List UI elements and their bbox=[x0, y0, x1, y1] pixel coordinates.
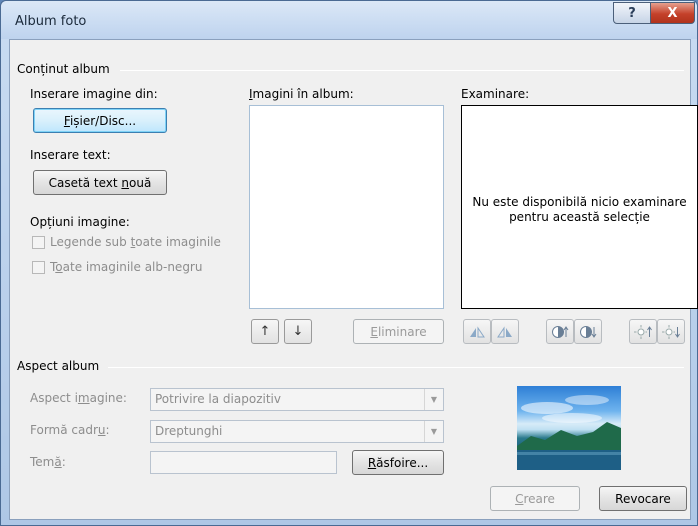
layout-preview-thumbnail bbox=[517, 386, 621, 470]
move-down-button[interactable]: ↓ bbox=[284, 319, 312, 344]
chevron-down-icon[interactable]: ▼ bbox=[424, 421, 443, 442]
picture-layout-label: Aspect imagine: bbox=[30, 391, 127, 405]
preview-message: Nu este disponibilă nicio examinare pent… bbox=[472, 195, 687, 224]
theme-input[interactable] bbox=[150, 451, 337, 474]
album-layout-group-label: Aspect album bbox=[17, 359, 100, 373]
frame-shape-select[interactable]: Dreptunghi ▼ bbox=[150, 420, 444, 443]
contrast-down-icon bbox=[580, 325, 597, 338]
brightness-up-button[interactable] bbox=[629, 319, 657, 344]
brightness-down-icon bbox=[662, 324, 680, 339]
insert-text-label: Inserare text: bbox=[30, 148, 111, 162]
pictures-in-album-list[interactable] bbox=[249, 105, 444, 309]
help-button[interactable]: ? bbox=[613, 2, 651, 24]
create-button-text: Creare bbox=[515, 491, 555, 506]
captions-checkbox-label: Legende sub toate imaginile bbox=[50, 235, 221, 249]
contrast-up-icon bbox=[552, 325, 569, 338]
image-options-label: Opțiuni imagine: bbox=[30, 215, 130, 229]
preview-label: Examinare: bbox=[461, 87, 530, 101]
cancel-button[interactable]: Revocare bbox=[599, 486, 687, 511]
preview-pane: Nu este disponibilă nicio examinare pent… bbox=[461, 105, 698, 309]
album-foto-dialog: Album foto ? X Conținut album Inserare i… bbox=[0, 0, 698, 526]
title-bar[interactable]: Album foto ? X bbox=[1, 1, 697, 39]
brightness-down-button[interactable] bbox=[657, 319, 685, 344]
album-content-group-label: Conținut album bbox=[17, 62, 110, 76]
close-button[interactable]: X bbox=[651, 2, 695, 24]
rotate-right-button[interactable] bbox=[491, 319, 519, 344]
black-white-checkbox[interactable]: Toate imaginile alb-negru bbox=[32, 260, 202, 274]
insert-image-from-label: Inserare imagine din: bbox=[30, 87, 158, 101]
album-content-divider bbox=[120, 70, 684, 71]
dialog-title: Album foto bbox=[15, 14, 87, 29]
frame-shape-value: Dreptunghi bbox=[155, 424, 223, 438]
black-white-checkbox-label: Toate imaginile alb-negru bbox=[50, 260, 203, 274]
remove-button[interactable]: Eliminare bbox=[353, 319, 444, 344]
album-layout-divider bbox=[108, 367, 684, 368]
create-button[interactable]: Creare bbox=[490, 486, 580, 511]
rotate-right-icon bbox=[497, 325, 512, 337]
contrast-up-button[interactable] bbox=[546, 319, 574, 344]
move-up-button[interactable]: ↑ bbox=[251, 319, 279, 344]
new-textbox-button-text: Casetă text nouă bbox=[48, 175, 152, 190]
rotate-left-button[interactable] bbox=[463, 319, 491, 344]
black-white-checkbox-box[interactable] bbox=[32, 260, 45, 274]
picture-layout-value: Potrivire la diapozitiv bbox=[155, 392, 281, 406]
browse-button-text: Răsfoire... bbox=[367, 455, 429, 470]
browse-button[interactable]: Răsfoire... bbox=[352, 450, 444, 475]
captions-checkbox-box[interactable] bbox=[32, 235, 45, 249]
theme-label: Temă: bbox=[30, 455, 66, 469]
picture-layout-select[interactable]: Potrivire la diapozitiv ▼ bbox=[150, 388, 444, 411]
contrast-down-button[interactable] bbox=[574, 319, 602, 344]
captions-checkbox[interactable]: Legende sub toate imaginile bbox=[32, 235, 221, 249]
dialog-body: Conținut album Inserare imagine din: Fiș… bbox=[9, 39, 698, 520]
file-disk-button-text: Fișier/Disc... bbox=[63, 113, 137, 128]
arrow-up-icon: ↑ bbox=[259, 324, 271, 339]
arrow-down-icon: ↓ bbox=[292, 324, 304, 339]
pictures-in-album-label: Imagini în album: bbox=[249, 87, 354, 101]
file-disk-button[interactable]: Fișier/Disc... bbox=[33, 108, 167, 133]
rotate-left-icon bbox=[470, 325, 485, 337]
chevron-down-icon[interactable]: ▼ bbox=[424, 389, 443, 410]
remove-button-text: Eliminare bbox=[370, 324, 427, 339]
new-textbox-button[interactable]: Casetă text nouă bbox=[33, 170, 167, 195]
landscape-image bbox=[517, 395, 621, 470]
frame-shape-label: Formă cadru: bbox=[30, 423, 110, 437]
brightness-up-icon bbox=[634, 324, 652, 339]
